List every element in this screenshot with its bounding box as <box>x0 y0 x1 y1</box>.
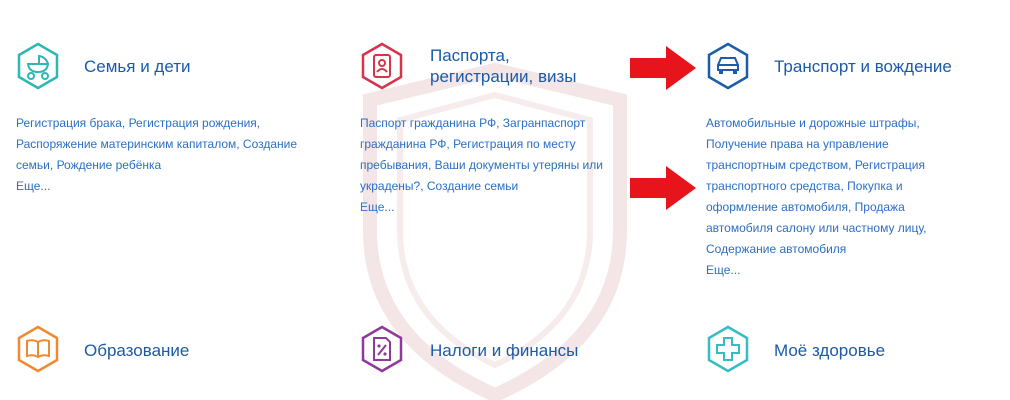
more-link-family[interactable]: Еще... <box>16 176 316 197</box>
category-title-health[interactable]: Моё здоровье <box>774 340 885 361</box>
link-traffic-fines[interactable]: Автомобильные и дорожные штрафы <box>706 116 916 130</box>
link-child-birth[interactable]: Рождение ребёнка <box>57 158 162 172</box>
link-maternity-capital[interactable]: Распоряжение материнским капиталом <box>16 137 236 151</box>
more-link-transport[interactable]: Еще... <box>706 260 968 281</box>
category-title-taxes[interactable]: Налоги и финансы <box>430 340 578 361</box>
link-internal-passport[interactable]: Паспорт гражданина РФ <box>360 116 496 130</box>
car-icon[interactable] <box>704 42 752 90</box>
link-car-maintenance[interactable]: Содержание автомобиля <box>706 242 846 256</box>
link-family-creation-2[interactable]: Создание семьи <box>427 179 518 193</box>
link-birth-registration[interactable]: Регистрация рождения <box>129 116 257 130</box>
category-links-passports: Паспорт гражданина РФ, Загранпаспорт гра… <box>360 113 650 218</box>
baby-stroller-icon[interactable] <box>14 42 62 90</box>
category-links-family: Регистрация брака, Регистрация рождения,… <box>16 113 316 197</box>
more-link-passports[interactable]: Еще... <box>360 197 650 218</box>
medical-cross-icon[interactable] <box>704 325 752 373</box>
tax-document-icon[interactable] <box>358 325 406 373</box>
link-marriage-registration[interactable]: Регистрация брака <box>16 116 122 130</box>
title-line-2: регистрации, визы <box>430 67 577 86</box>
red-arrow-right-icon <box>630 46 696 90</box>
category-title-passports[interactable]: Паспорта, регистрации, визы <box>430 45 577 87</box>
category-title-transport[interactable]: Транспорт и вождение <box>774 56 952 77</box>
passport-icon[interactable] <box>358 42 406 90</box>
book-icon[interactable] <box>14 325 62 373</box>
category-links-transport: Автомобильные и дорожные штрафы, Получен… <box>706 113 968 281</box>
red-arrow-right-icon <box>630 166 696 210</box>
title-line-1: Паспорта, <box>430 46 510 65</box>
category-title-education[interactable]: Образование <box>84 340 189 361</box>
category-title-family[interactable]: Семья и дети <box>84 56 191 77</box>
